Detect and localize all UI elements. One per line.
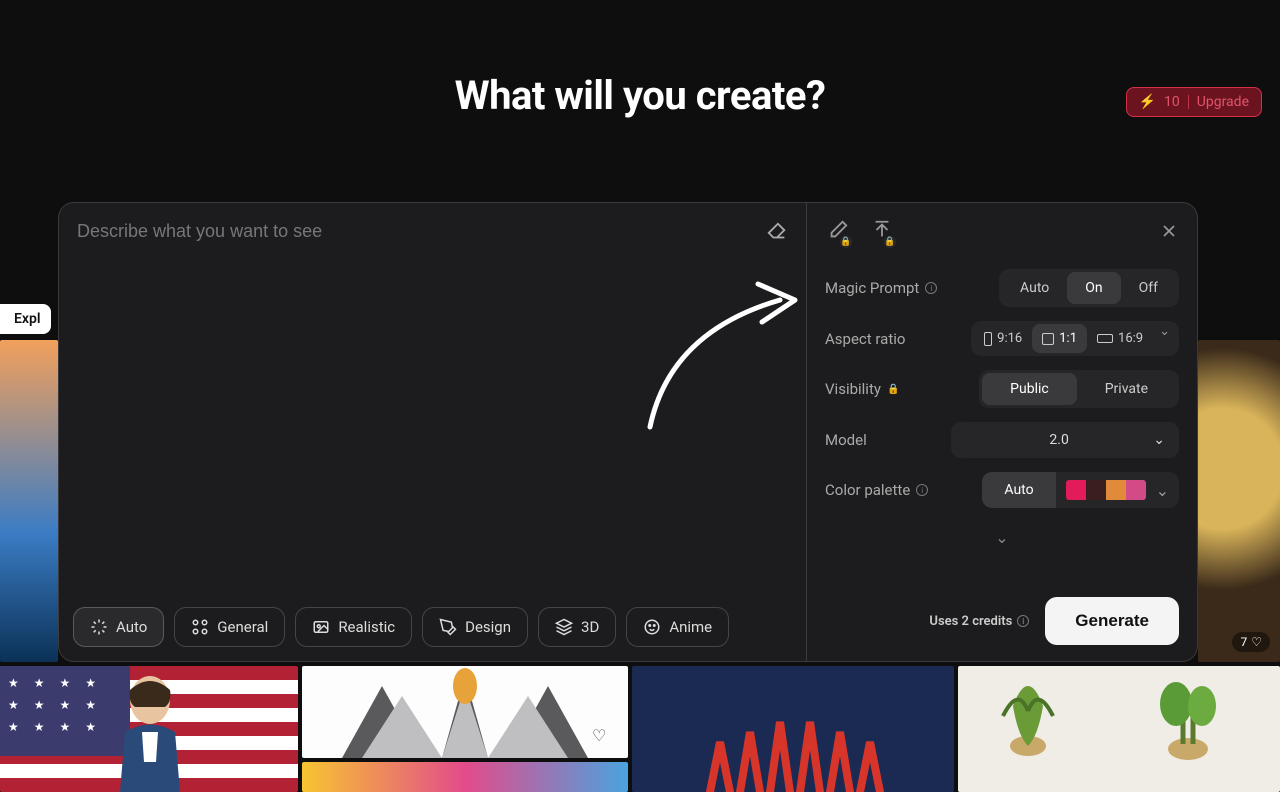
aspect-ratio-segment: 9:16 1:1 16:9 ⌄ — [971, 321, 1179, 356]
close-icon[interactable] — [1159, 221, 1179, 245]
lock-icon: 🔒 — [840, 236, 852, 248]
chip-label: Design — [465, 618, 511, 636]
pen-icon — [439, 618, 457, 636]
gallery-thumbnail[interactable] — [0, 340, 58, 662]
create-panel: Auto General Realistic Design — [58, 202, 1198, 662]
ratio-1-1[interactable]: 1:1 — [1032, 324, 1087, 353]
magic-prompt-segment: Auto On Off — [999, 269, 1179, 307]
chevron-down-icon: ⌄ — [1153, 432, 1165, 448]
divider — [1188, 95, 1189, 109]
settings-panel: 🔒 🔒 Magic Prompt i Auto On Off Aspect ra… — [807, 203, 1197, 661]
palette-swatches — [1066, 480, 1146, 500]
upgrade-button[interactable]: ⚡ 10 Upgrade — [1126, 87, 1262, 117]
prompt-area — [59, 203, 806, 593]
cube-icon — [555, 618, 573, 636]
style-chip-auto[interactable]: Auto — [73, 607, 164, 647]
page-title: What will you create? — [0, 72, 1280, 119]
setting-magic-prompt: Magic Prompt i Auto On Off — [825, 269, 1179, 307]
palette-control: Auto ⌄ — [982, 472, 1179, 508]
edit-icon[interactable]: 🔒 — [827, 219, 849, 245]
setting-aspect-ratio: Aspect ratio 9:16 1:1 16:9 ⌄ — [825, 321, 1179, 356]
setting-model: Model 2.0 ⌄ — [825, 422, 1179, 458]
ratio-9-16[interactable]: 9:16 — [974, 324, 1032, 353]
gallery-thumbnail-overlay — [700, 712, 890, 792]
lock-icon: 🔒 — [887, 384, 899, 395]
sparkle-icon — [90, 618, 108, 636]
info-icon[interactable]: i — [925, 282, 937, 294]
chip-label: General — [217, 618, 268, 636]
credits-text: Uses 2 credits i — [929, 614, 1029, 629]
upgrade-label: Upgrade — [1197, 94, 1249, 110]
model-select[interactable]: 2.0 ⌄ — [951, 422, 1179, 458]
style-chip-anime[interactable]: Anime — [626, 607, 729, 647]
info-icon[interactable]: i — [916, 484, 928, 496]
chip-label: 3D — [581, 618, 599, 636]
like-badge[interactable]: 7 ♡ — [1232, 632, 1270, 652]
style-chip-general[interactable]: General — [174, 607, 285, 647]
palette-picker[interactable]: ⌄ — [1056, 472, 1179, 508]
chevron-down-icon: ⌄ — [1156, 481, 1169, 500]
face-icon — [643, 618, 661, 636]
ratio-16-9[interactable]: 16:9 — [1087, 324, 1153, 353]
upload-icon[interactable]: 🔒 — [871, 219, 893, 245]
prompt-input[interactable] — [77, 221, 788, 242]
palette-auto[interactable]: Auto — [982, 472, 1055, 508]
heart-icon[interactable]: ♡ — [592, 726, 606, 745]
model-label: Model — [825, 431, 867, 449]
prompt-panel: Auto General Realistic Design — [59, 203, 807, 661]
style-chip-realistic[interactable]: Realistic — [295, 607, 412, 647]
landscape-icon — [1097, 334, 1113, 343]
magic-prompt-label: Magic Prompt — [825, 279, 919, 297]
style-chip-design[interactable]: Design — [422, 607, 528, 647]
aspect-ratio-label: Aspect ratio — [825, 330, 905, 348]
settings-footer: Uses 2 credits i Generate — [825, 597, 1179, 645]
eraser-icon[interactable] — [766, 221, 788, 247]
gallery-thumbnail[interactable] — [1198, 340, 1280, 662]
lightning-icon: ⚡ — [1139, 94, 1156, 110]
gallery-thumbnail[interactable] — [302, 666, 628, 758]
color-palette-label: Color palette — [825, 481, 910, 499]
style-chip-3d[interactable]: 3D — [538, 607, 616, 647]
gallery-thumbnail[interactable] — [958, 666, 1280, 792]
info-icon[interactable]: i — [1017, 615, 1029, 627]
magic-prompt-off[interactable]: Off — [1121, 272, 1176, 304]
heart-icon: ♡ — [1251, 635, 1262, 649]
chip-label: Auto — [116, 618, 147, 636]
chip-label: Anime — [669, 618, 712, 636]
settings-header: 🔒 🔒 — [825, 219, 1179, 245]
chevron-down-icon[interactable]: ⌄ — [1153, 324, 1176, 353]
visibility-segment: Public Private — [979, 370, 1179, 408]
gallery-thumbnail-overlay — [100, 672, 200, 792]
credit-count: 10 — [1164, 94, 1180, 110]
chip-label: Realistic — [338, 618, 395, 636]
visibility-private[interactable]: Private — [1077, 373, 1176, 405]
lock-icon: 🔒 — [884, 236, 896, 248]
grid-icon — [191, 618, 209, 636]
magic-prompt-auto[interactable]: Auto — [1002, 272, 1067, 304]
model-value: 2.0 — [965, 432, 1153, 448]
style-chips: Auto General Realistic Design — [59, 593, 806, 661]
generate-button[interactable]: Generate — [1045, 597, 1179, 645]
magic-prompt-on[interactable]: On — [1067, 272, 1120, 304]
portrait-icon — [984, 332, 992, 346]
square-icon — [1042, 333, 1054, 345]
setting-visibility: Visibility 🔒 Public Private — [825, 370, 1179, 408]
setting-color-palette: Color palette i Auto ⌄ — [825, 472, 1179, 508]
explore-label: Expl — [14, 311, 41, 327]
expand-settings[interactable]: ⌄ — [825, 528, 1179, 547]
visibility-label: Visibility — [825, 380, 881, 398]
like-count: 7 — [1240, 635, 1247, 649]
photo-icon — [312, 618, 330, 636]
tab-explore[interactable]: Expl — [0, 304, 51, 334]
visibility-public[interactable]: Public — [982, 373, 1077, 405]
gallery-thumbnail[interactable] — [302, 762, 628, 792]
